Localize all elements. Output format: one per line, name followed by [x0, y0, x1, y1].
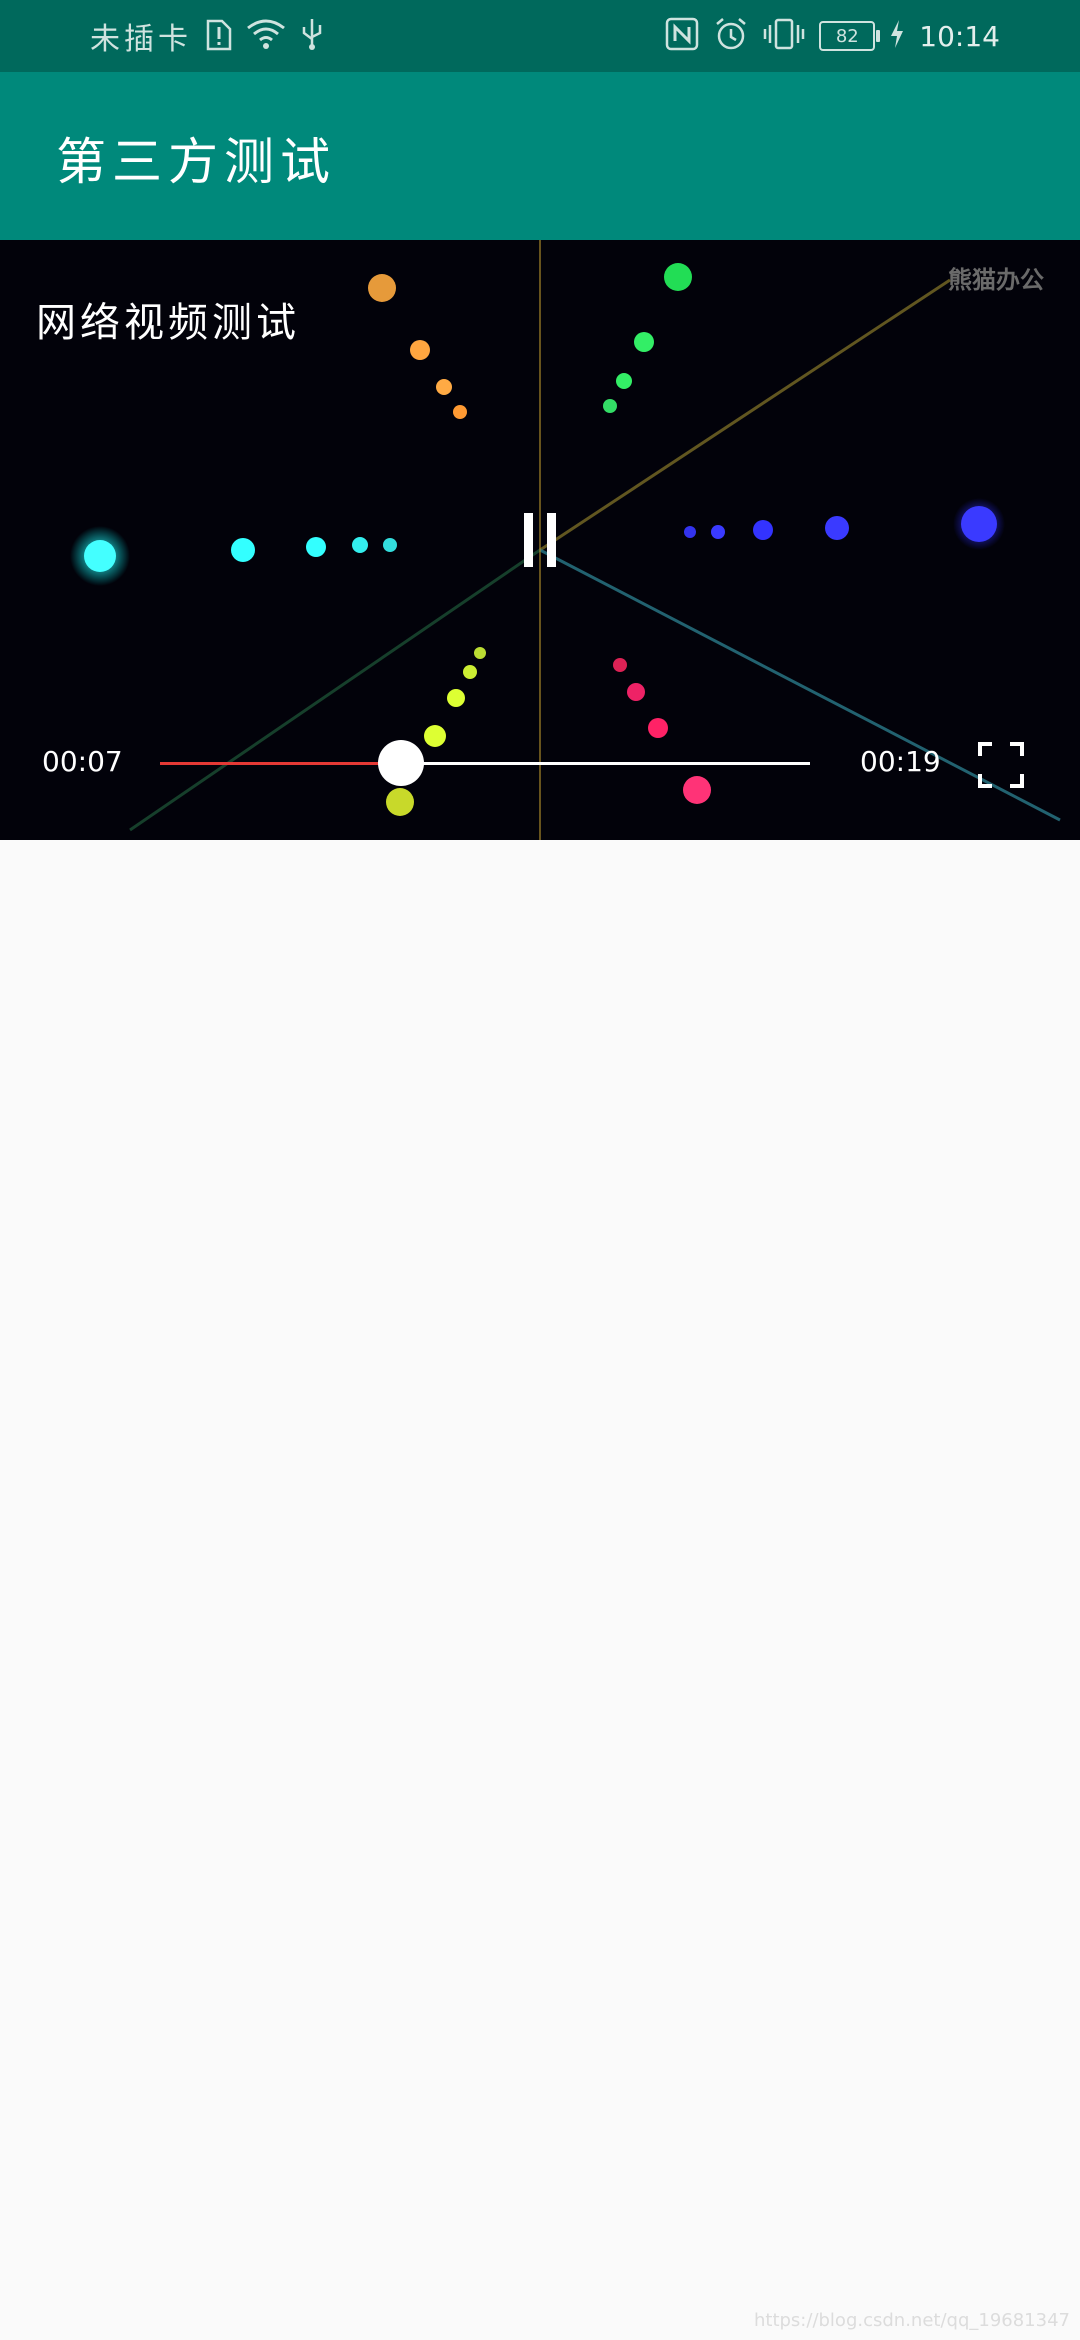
app-bar: 第三方测试 [0, 72, 1080, 240]
seek-progress [160, 762, 401, 765]
alarm-icon [713, 16, 749, 56]
video-title: 网络视频测试 [36, 300, 300, 346]
current-time: 00:07 [42, 745, 123, 778]
battery-icon: 82 [819, 21, 881, 51]
usb-icon [300, 17, 324, 55]
status-right: 82 10:14 [665, 0, 1000, 72]
fullscreen-button[interactable] [978, 742, 1024, 788]
charging-icon [889, 19, 905, 53]
seek-thumb[interactable] [377, 740, 424, 786]
total-time: 00:19 [860, 745, 941, 778]
battery-level: 82 [835, 25, 859, 47]
video-player[interactable]: 网络视频测试 熊猫办公 00:07 00:19 [0, 240, 1080, 840]
wifi-icon [246, 18, 286, 54]
pause-button[interactable] [510, 510, 570, 570]
seek-bar[interactable] [160, 740, 810, 786]
carrier-label: 未插卡 [90, 22, 192, 57]
status-left: 未插卡 [90, 0, 324, 72]
pause-icon [524, 513, 533, 567]
page-title: 第三方测试 [56, 133, 336, 191]
footer-watermark: https://blog.csdn.net/qq_19681347 [753, 2310, 1070, 2331]
sim-alert-icon [206, 17, 232, 55]
status-bar: 未插卡 82 10:14 [0, 0, 1080, 72]
pause-icon-bar [547, 513, 556, 567]
status-clock: 10:14 [919, 19, 1000, 53]
fullscreen-icon [978, 742, 1024, 788]
nfc-icon [665, 17, 699, 55]
vibrate-icon [763, 17, 805, 55]
video-watermark: 熊猫办公 [948, 266, 1044, 294]
